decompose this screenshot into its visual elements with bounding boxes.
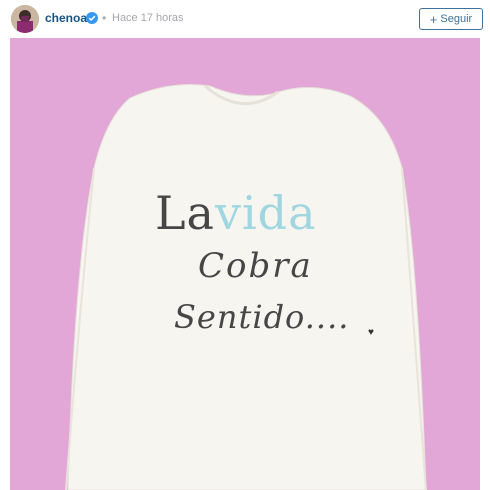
post-timestamp[interactable]: Hace 17 horas [112,12,184,24]
shirt-text-line3: Sentido.... [174,298,350,336]
post-photo[interactable]: Lavida Cobra Sentido.... ♥ [10,38,480,490]
avatar[interactable] [11,5,39,33]
username-link[interactable]: chenoa [45,11,87,25]
shirt-text-vida: vida [214,186,317,240]
separator-dot: • [102,11,107,25]
shirt-text-line1: Lavida [155,186,317,240]
follow-button[interactable]: + Seguir [419,8,483,30]
shirt-text-la: La [155,186,215,240]
follow-label: Seguir [440,13,473,25]
plus-icon: + [429,11,438,27]
heart-icon: ♥ [368,327,374,338]
verified-badge-icon [86,12,98,24]
shirt-text-line2: Cobra [198,246,313,286]
avatar-image [11,5,39,33]
post-header: chenoa • Hace 17 horas + Seguir [0,0,490,38]
